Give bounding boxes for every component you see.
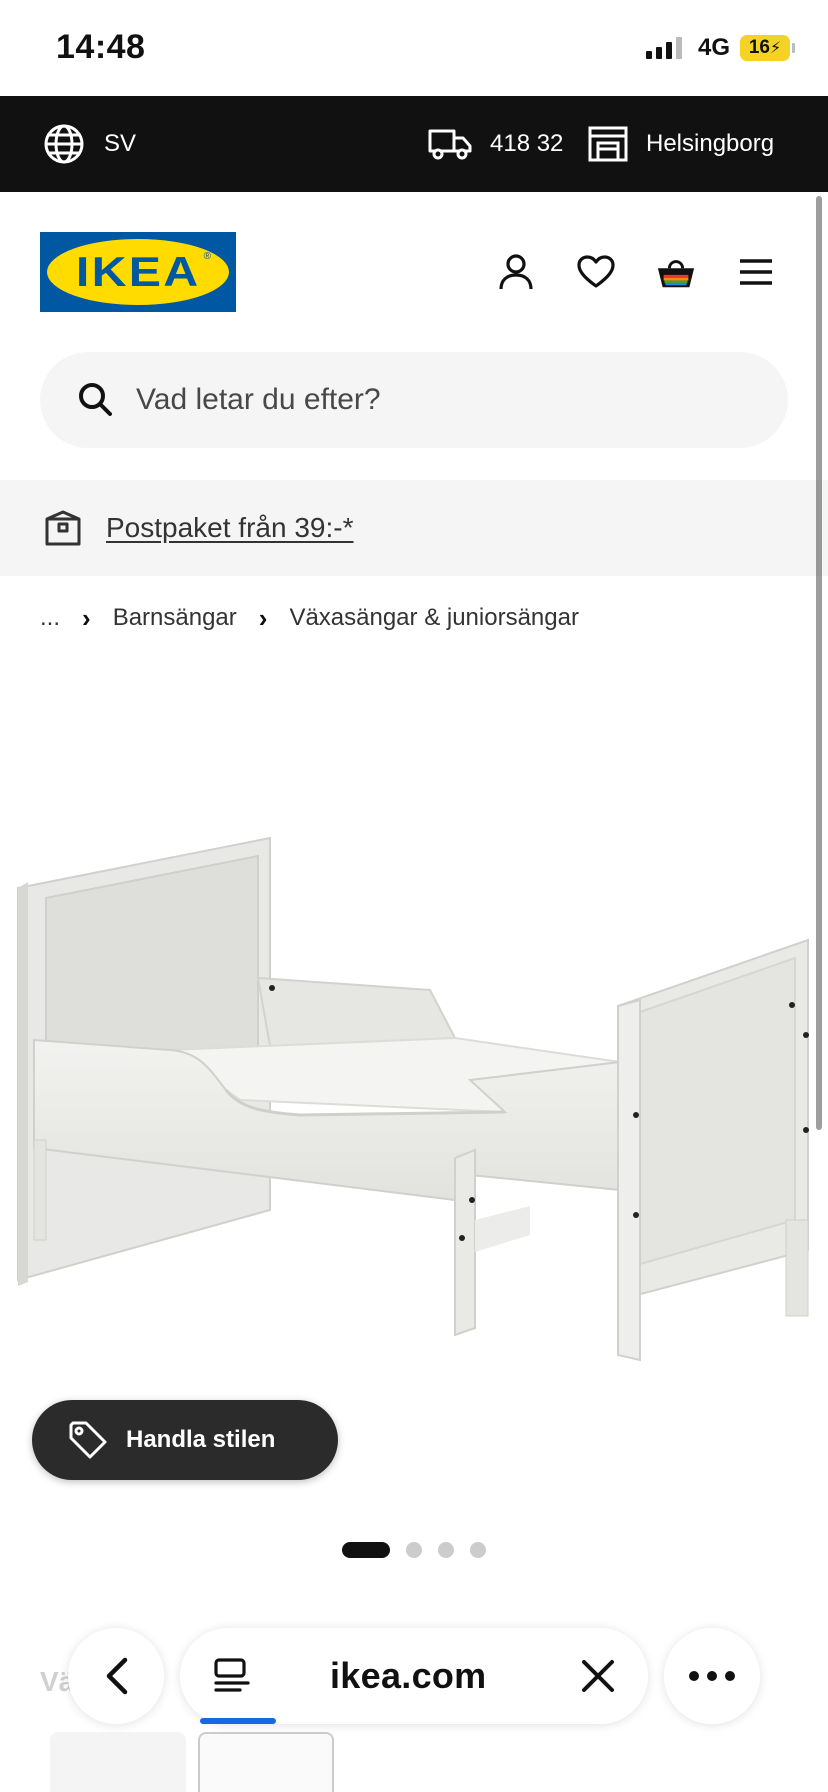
- product-thumbnail-selected[interactable]: [198, 1732, 334, 1792]
- globe-icon: [44, 124, 84, 164]
- chevron-right-icon: ›: [82, 602, 91, 633]
- parcel-box-icon: [45, 510, 81, 546]
- store-selector[interactable]: Helsingborg: [588, 96, 774, 192]
- status-indicators: 4G 16 ⚡: [645, 34, 795, 62]
- store-icon: [588, 126, 628, 162]
- shop-the-look-button[interactable]: Handla stilen: [32, 1400, 338, 1480]
- carousel-dot-2[interactable]: [406, 1542, 422, 1558]
- scrollbar[interactable]: [816, 196, 822, 1130]
- heart-icon: [577, 255, 615, 288]
- carousel-dot-4[interactable]: [470, 1542, 486, 1558]
- shopping-bag-icon: [657, 260, 695, 288]
- menu-button[interactable]: [736, 252, 776, 292]
- chevron-left-icon: [106, 1657, 128, 1695]
- reader-mode-icon: [214, 1658, 250, 1692]
- signal-icon: [645, 37, 682, 59]
- carousel-indicator: [342, 1542, 486, 1558]
- top-utility-bar: SV 418 32 Helsingborg: [0, 96, 828, 192]
- shop-the-look-label: Handla stilen: [126, 1426, 276, 1453]
- logo-ellipse: IKEA ®: [47, 239, 229, 305]
- search-bar[interactable]: [40, 352, 788, 448]
- logo-text: IKEA: [75, 248, 201, 295]
- carousel-dot-3[interactable]: [438, 1542, 454, 1558]
- account-button[interactable]: [496, 252, 536, 292]
- language-label: SV: [104, 130, 137, 157]
- chevron-right-icon: ›: [258, 602, 268, 633]
- page-load-progress: [200, 1718, 276, 1724]
- price-tag-icon: [69, 1421, 107, 1459]
- browser-more-button[interactable]: [664, 1628, 760, 1724]
- breadcrumb-ellipsis[interactable]: ...: [40, 604, 60, 632]
- promo-banner: Postpaket från 39:-*: [0, 480, 828, 576]
- ikea-logo[interactable]: IKEA ®: [40, 232, 236, 312]
- store-label: Helsingborg: [646, 130, 775, 157]
- breadcrumb-item-kids-beds[interactable]: Barnsängar: [113, 604, 237, 632]
- shipping-promo-link[interactable]: Postpaket från 39:-*: [106, 512, 353, 544]
- header-icons: [496, 252, 776, 292]
- language-selector[interactable]: SV: [42, 96, 136, 192]
- breadcrumb-item-extendable-beds[interactable]: Växasängar & juniorsängar: [289, 604, 579, 632]
- battery-icon: 16 ⚡: [740, 35, 795, 61]
- close-icon[interactable]: [576, 1654, 620, 1698]
- url-text: ikea.com: [330, 1655, 487, 1696]
- favourites-button[interactable]: [576, 252, 616, 292]
- browser-toolbar: ikea.com: [0, 1620, 828, 1730]
- registered-mark: ®: [203, 251, 211, 262]
- postcode-label: 418 32: [490, 130, 564, 157]
- carousel-dot-1[interactable]: [342, 1542, 390, 1558]
- hamburger-menu-icon: [740, 259, 772, 285]
- status-time: 14:48: [56, 28, 146, 66]
- product-thumbnail[interactable]: [50, 1732, 186, 1792]
- site-header: IKEA ®: [0, 192, 828, 342]
- search-input[interactable]: [136, 383, 736, 417]
- status-bar: 14:48 4G 16 ⚡: [0, 0, 828, 96]
- more-dots-icon: [689, 1671, 735, 1681]
- breadcrumb: ... › Barnsängar › Växasängar & juniorsä…: [40, 600, 579, 636]
- network-label: 4G: [697, 34, 730, 61]
- search-icon: [79, 383, 112, 416]
- person-icon: [499, 254, 533, 290]
- battery-level: 16: [748, 37, 770, 58]
- cart-button[interactable]: [656, 252, 696, 292]
- product-image[interactable]: [0, 660, 828, 1380]
- address-bar[interactable]: ikea.com: [180, 1628, 648, 1724]
- postcode-selector[interactable]: 418 32: [428, 96, 563, 192]
- truck-icon: [428, 129, 472, 160]
- browser-back-button[interactable]: [68, 1628, 164, 1724]
